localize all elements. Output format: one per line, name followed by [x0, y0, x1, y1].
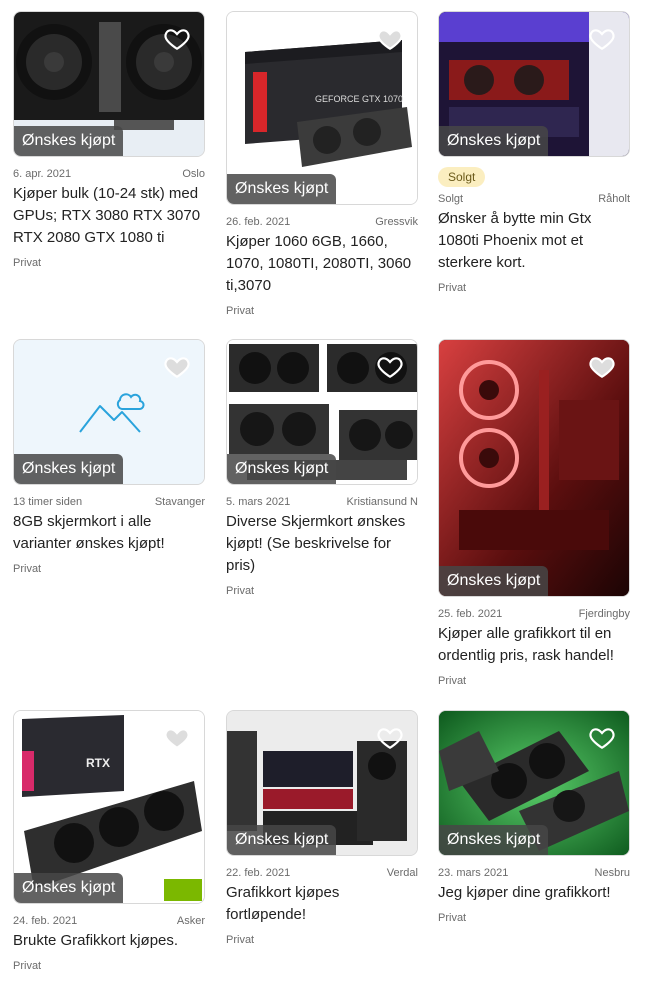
listing-title[interactable]: 8GB skjermkort i alle varianter ønskes k…	[13, 511, 205, 555]
listing-card[interactable]: GEFORCE GTX 1070 Ønskes kjøpt 26. feb. 2…	[226, 11, 418, 317]
seller-type: Privat	[438, 282, 467, 294]
listing-date: 6. apr. 2021	[13, 168, 72, 180]
listing-date: 5. mars 2021	[226, 496, 291, 508]
listing-image[interactable]: Ønskes kjøpt	[13, 339, 205, 485]
listing-date: 26. feb. 2021	[226, 216, 291, 228]
listing-card[interactable]: Ønskes kjøpt 23. mars 2021 Nesbru Jeg kj…	[438, 710, 630, 924]
listing-card[interactable]: Ønskes kjøpt 22. feb. 2021 Verdal Grafik…	[226, 710, 418, 946]
listing-location: Gressvik	[375, 216, 418, 228]
listing-image[interactable]: Ønskes kjøpt	[226, 710, 418, 856]
listing-title[interactable]: Diverse Skjermkort ønskes kjøpt! (Se bes…	[226, 511, 418, 577]
box-label: RTX	[86, 756, 110, 770]
listing-card[interactable]: Ønskes kjøpt Solgt Solgt Råholt Ønsker å…	[438, 11, 630, 294]
status-badge: Ønskes kjøpt	[227, 174, 337, 204]
listing-title[interactable]: Jeg kjøper dine grafikkort!	[438, 882, 630, 904]
listing-date: 13 timer siden	[13, 496, 83, 508]
seller-type: Privat	[226, 934, 255, 946]
status-badge: Ønskes kjøpt	[14, 454, 124, 484]
listing-image[interactable]: Ønskes kjøpt	[438, 710, 630, 856]
listing-date: Solgt	[438, 193, 464, 205]
listing-location: Nesbru	[594, 867, 630, 879]
favorite-heart-icon[interactable]	[589, 26, 615, 52]
listing-card[interactable]: Ønskes kjøpt 5. mars 2021 Kristiansund N…	[226, 339, 418, 597]
status-badge: Ønskes kjøpt	[14, 873, 124, 903]
seller-type: Privat	[438, 675, 467, 687]
listing-card[interactable]: Ønskes kjøpt 6. apr. 2021 Oslo Kjøper bu…	[13, 11, 205, 269]
listing-location: Oslo	[182, 168, 205, 180]
listing-card[interactable]: RTX Ønskes kjøpt 24. feb. 2021 Asker Bru…	[13, 710, 205, 972]
listing-location: Asker	[176, 915, 205, 927]
box-label: GEFORCE GTX 1070	[315, 94, 403, 104]
listing-meta: 26. feb. 2021 Gressvik	[226, 216, 418, 228]
listing-location: Råholt	[598, 193, 630, 205]
favorite-heart-icon[interactable]	[377, 354, 403, 380]
status-badge: Ønskes kjøpt	[227, 825, 337, 855]
listing-meta: 23. mars 2021 Nesbru	[438, 867, 630, 879]
status-badge: Ønskes kjøpt	[439, 126, 549, 156]
listing-title[interactable]: Kjøper bulk (10-24 stk) med GPUs; RTX 30…	[13, 183, 205, 249]
seller-type: Privat	[13, 257, 42, 269]
seller-type: Privat	[438, 912, 467, 924]
listing-location: Stavanger	[154, 496, 205, 508]
listing-date: 22. feb. 2021	[226, 867, 291, 879]
listing-location: Verdal	[386, 867, 418, 879]
listing-image[interactable]: Ønskes kjøpt	[13, 11, 205, 157]
listing-meta: Solgt Råholt	[438, 193, 630, 205]
favorite-heart-icon[interactable]	[589, 725, 615, 751]
listing-meta: 5. mars 2021 Kristiansund N	[226, 496, 418, 508]
listing-card[interactable]: Ønskes kjøpt 25. feb. 2021 Fjerdingby Kj…	[438, 339, 630, 687]
listing-date: 24. feb. 2021	[13, 915, 78, 927]
status-badge: Ønskes kjøpt	[227, 454, 337, 484]
listing-card[interactable]: Ønskes kjøpt 13 timer siden Stavanger 8G…	[13, 339, 205, 575]
seller-type: Privat	[13, 563, 42, 575]
listing-title[interactable]: Ønsker å bytte min Gtx 1080ti Phoenix mo…	[438, 208, 630, 274]
favorite-heart-icon[interactable]	[377, 725, 403, 751]
sold-badge: Solgt	[438, 167, 486, 187]
listing-title[interactable]: Grafikkort kjøpes fortløpende!	[226, 882, 418, 926]
listing-meta: 6. apr. 2021 Oslo	[13, 168, 205, 180]
listing-title[interactable]: Kjøper 1060 6GB, 1660, 1070, 1080TI, 208…	[226, 231, 418, 297]
listing-image[interactable]: Ønskes kjøpt	[226, 339, 418, 485]
status-badge: Ønskes kjøpt	[439, 566, 549, 596]
listing-date: 23. mars 2021	[438, 867, 509, 879]
listing-image[interactable]: Ønskes kjøpt	[438, 11, 630, 157]
listing-title[interactable]: Kjøper alle grafikkort til en ordentlig …	[438, 623, 630, 667]
listing-image[interactable]: GEFORCE GTX 1070 Ønskes kjøpt	[226, 11, 418, 205]
seller-type: Privat	[226, 585, 255, 597]
seller-type: Privat	[226, 305, 255, 317]
listing-meta: 25. feb. 2021 Fjerdingby	[438, 608, 630, 620]
listing-location: Kristiansund N	[346, 496, 418, 508]
listing-meta: 22. feb. 2021 Verdal	[226, 867, 418, 879]
favorite-heart-icon[interactable]	[589, 354, 615, 380]
listing-image[interactable]: Ønskes kjøpt	[438, 339, 630, 597]
status-badge: Ønskes kjøpt	[439, 825, 549, 855]
listing-date: 25. feb. 2021	[438, 608, 503, 620]
seller-type: Privat	[13, 960, 42, 972]
favorite-heart-icon[interactable]	[164, 354, 190, 380]
listing-title[interactable]: Brukte Grafikkort kjøpes.	[13, 930, 205, 952]
listing-meta: 24. feb. 2021 Asker	[13, 915, 205, 927]
listing-image[interactable]: RTX Ønskes kjøpt	[13, 710, 205, 904]
listing-meta: 13 timer siden Stavanger	[13, 496, 205, 508]
listing-location: Fjerdingby	[578, 608, 630, 620]
favorite-heart-icon[interactable]	[164, 725, 190, 751]
favorite-heart-icon[interactable]	[377, 26, 403, 52]
favorite-heart-icon[interactable]	[164, 26, 190, 52]
status-badge: Ønskes kjøpt	[14, 126, 124, 156]
